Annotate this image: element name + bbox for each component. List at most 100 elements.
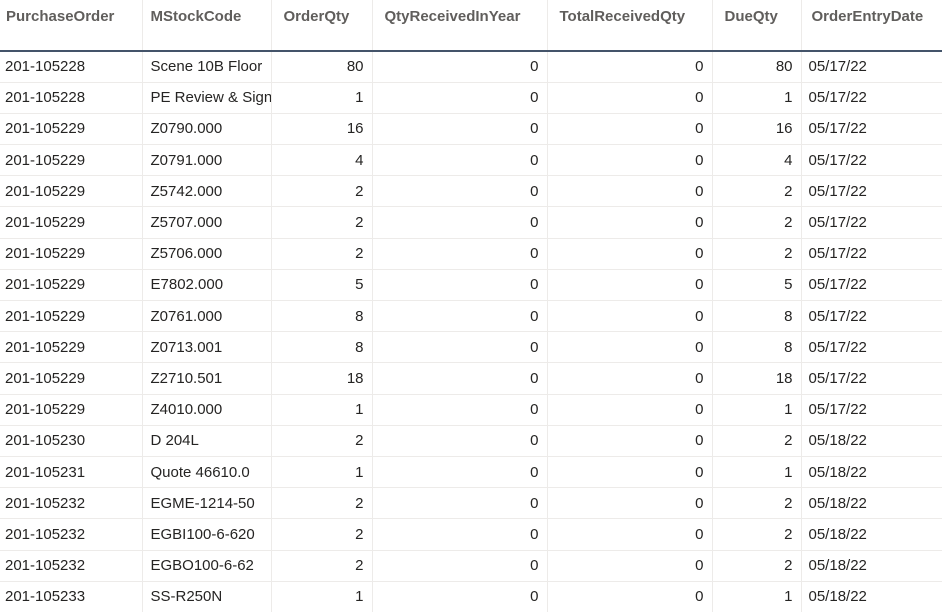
- column-header-order-entry-date[interactable]: OrderEntryDate: [801, 0, 942, 52]
- cell-order-entry-date[interactable]: 05/18/22: [801, 456, 942, 489]
- cell-total-received-qty[interactable]: 0: [547, 581, 713, 612]
- cell-order-qty[interactable]: 2: [271, 487, 373, 520]
- cell-order-entry-date[interactable]: 05/18/22: [801, 487, 942, 520]
- cell-order-entry-date[interactable]: 05/17/22: [801, 144, 942, 177]
- cell-mstock-code[interactable]: Z5706.000: [142, 238, 272, 270]
- cell-mstock-code[interactable]: D 204L: [142, 425, 272, 457]
- cell-qty-received-in-year[interactable]: 0: [372, 550, 548, 582]
- cell-qty-received-in-year[interactable]: 0: [372, 175, 548, 208]
- table-row[interactable]: 201-105229 Z4010.000 1 0 0 1 05/17/22: [0, 394, 942, 426]
- cell-order-entry-date[interactable]: 05/17/22: [801, 394, 942, 426]
- cell-mstock-code[interactable]: PE Review & Sign: [142, 82, 272, 114]
- cell-purchase-order[interactable]: 201-105229: [0, 300, 143, 333]
- cell-purchase-order[interactable]: 201-105232: [0, 487, 143, 520]
- cell-qty-received-in-year[interactable]: 0: [372, 206, 548, 239]
- cell-due-qty[interactable]: 5: [712, 269, 802, 302]
- cell-order-entry-date[interactable]: 05/17/22: [801, 331, 942, 364]
- cell-order-entry-date[interactable]: 05/17/22: [801, 269, 942, 302]
- cell-order-qty[interactable]: 2: [271, 425, 373, 457]
- cell-total-received-qty[interactable]: 0: [547, 550, 713, 582]
- cell-mstock-code[interactable]: SS-R250N: [142, 581, 272, 612]
- cell-order-qty[interactable]: 1: [271, 456, 373, 489]
- cell-due-qty[interactable]: 1: [712, 82, 802, 114]
- cell-order-entry-date[interactable]: 05/17/22: [801, 362, 942, 395]
- cell-qty-received-in-year[interactable]: 0: [372, 238, 548, 270]
- cell-order-qty[interactable]: 2: [271, 206, 373, 239]
- cell-purchase-order[interactable]: 201-105230: [0, 425, 143, 457]
- cell-order-qty[interactable]: 5: [271, 269, 373, 302]
- cell-total-received-qty[interactable]: 0: [547, 144, 713, 177]
- cell-purchase-order[interactable]: 201-105229: [0, 206, 143, 239]
- cell-purchase-order[interactable]: 201-105232: [0, 518, 143, 551]
- cell-qty-received-in-year[interactable]: 0: [372, 144, 548, 177]
- cell-qty-received-in-year[interactable]: 0: [372, 113, 548, 146]
- cell-due-qty[interactable]: 16: [712, 113, 802, 146]
- cell-mstock-code[interactable]: Scene 10B Floor: [142, 51, 272, 83]
- cell-purchase-order[interactable]: 201-105231: [0, 456, 143, 489]
- cell-due-qty[interactable]: 1: [712, 456, 802, 489]
- cell-total-received-qty[interactable]: 0: [547, 269, 713, 302]
- cell-total-received-qty[interactable]: 0: [547, 331, 713, 364]
- cell-total-received-qty[interactable]: 0: [547, 51, 713, 83]
- table-row[interactable]: 201-105229 Z5707.000 2 0 0 2 05/17/22: [0, 206, 942, 239]
- cell-due-qty[interactable]: 2: [712, 238, 802, 270]
- cell-order-qty[interactable]: 80: [271, 51, 373, 83]
- table-row[interactable]: 201-105233 SS-R250N 1 0 0 1 05/18/22: [0, 581, 942, 612]
- cell-due-qty[interactable]: 80: [712, 51, 802, 83]
- cell-due-qty[interactable]: 8: [712, 331, 802, 364]
- cell-order-qty[interactable]: 18: [271, 362, 373, 395]
- cell-purchase-order[interactable]: 201-105229: [0, 394, 143, 426]
- cell-due-qty[interactable]: 8: [712, 300, 802, 333]
- cell-order-entry-date[interactable]: 05/17/22: [801, 175, 942, 208]
- cell-total-received-qty[interactable]: 0: [547, 487, 713, 520]
- cell-total-received-qty[interactable]: 0: [547, 518, 713, 551]
- cell-due-qty[interactable]: 18: [712, 362, 802, 395]
- cell-qty-received-in-year[interactable]: 0: [372, 581, 548, 612]
- cell-total-received-qty[interactable]: 0: [547, 206, 713, 239]
- cell-order-entry-date[interactable]: 05/18/22: [801, 581, 942, 612]
- cell-order-entry-date[interactable]: 05/18/22: [801, 425, 942, 457]
- cell-mstock-code[interactable]: Z5742.000: [142, 175, 272, 208]
- cell-total-received-qty[interactable]: 0: [547, 362, 713, 395]
- cell-due-qty[interactable]: 2: [712, 175, 802, 208]
- cell-due-qty[interactable]: 2: [712, 518, 802, 551]
- column-header-mstock-code[interactable]: MStockCode: [142, 0, 272, 52]
- cell-qty-received-in-year[interactable]: 0: [372, 456, 548, 489]
- cell-qty-received-in-year[interactable]: 0: [372, 300, 548, 333]
- cell-due-qty[interactable]: 2: [712, 206, 802, 239]
- cell-qty-received-in-year[interactable]: 0: [372, 331, 548, 364]
- column-header-total-received-qty[interactable]: TotalReceivedQty: [547, 0, 713, 52]
- column-header-due-qty[interactable]: DueQty: [712, 0, 802, 52]
- cell-order-entry-date[interactable]: 05/17/22: [801, 51, 942, 83]
- table-row[interactable]: 201-105231 Quote 46610.0 1 0 0 1 05/18/22: [0, 456, 942, 489]
- cell-qty-received-in-year[interactable]: 0: [372, 51, 548, 83]
- cell-order-entry-date[interactable]: 05/17/22: [801, 238, 942, 270]
- cell-qty-received-in-year[interactable]: 0: [372, 394, 548, 426]
- cell-mstock-code[interactable]: Z0713.001: [142, 331, 272, 364]
- cell-mstock-code[interactable]: Z2710.501: [142, 362, 272, 395]
- cell-due-qty[interactable]: 4: [712, 144, 802, 177]
- cell-mstock-code[interactable]: Z5707.000: [142, 206, 272, 239]
- cell-purchase-order[interactable]: 201-105229: [0, 362, 143, 395]
- cell-order-entry-date[interactable]: 05/18/22: [801, 518, 942, 551]
- cell-qty-received-in-year[interactable]: 0: [372, 518, 548, 551]
- table-row[interactable]: 201-105229 Z0761.000 8 0 0 8 05/17/22: [0, 300, 942, 333]
- cell-due-qty[interactable]: 2: [712, 487, 802, 520]
- cell-order-qty[interactable]: 1: [271, 394, 373, 426]
- cell-qty-received-in-year[interactable]: 0: [372, 425, 548, 457]
- cell-qty-received-in-year[interactable]: 0: [372, 487, 548, 520]
- cell-order-entry-date[interactable]: 05/17/22: [801, 300, 942, 333]
- cell-due-qty[interactable]: 1: [712, 394, 802, 426]
- table-row[interactable]: 201-105232 EGBI100-6-620 2 0 0 2 05/18/22: [0, 518, 942, 551]
- column-header-purchase-order[interactable]: PurchaseOrder: [0, 0, 143, 52]
- cell-due-qty[interactable]: 2: [712, 550, 802, 582]
- table-row[interactable]: 201-105229 Z5742.000 2 0 0 2 05/17/22: [0, 175, 942, 208]
- cell-order-qty[interactable]: 2: [271, 518, 373, 551]
- table-row[interactable]: 201-105229 Z0790.000 16 0 0 16 05/17/22: [0, 113, 942, 146]
- cell-order-qty[interactable]: 2: [271, 175, 373, 208]
- cell-purchase-order[interactable]: 201-105233: [0, 581, 143, 612]
- column-header-qty-received-in-year[interactable]: QtyReceivedInYear: [372, 0, 548, 52]
- cell-mstock-code[interactable]: EGBI100-6-620: [142, 518, 272, 551]
- cell-order-qty[interactable]: 2: [271, 550, 373, 582]
- cell-order-entry-date[interactable]: 05/17/22: [801, 206, 942, 239]
